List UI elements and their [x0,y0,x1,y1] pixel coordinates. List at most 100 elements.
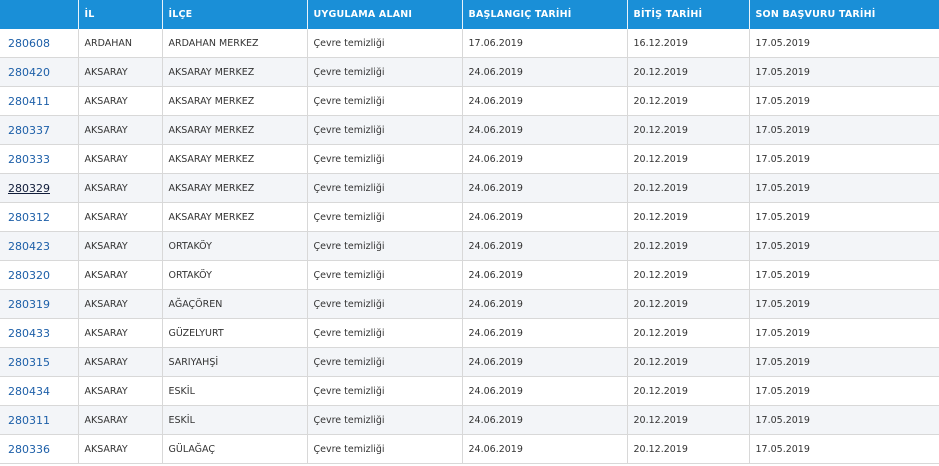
cell-ilce: ORTAKÖY [162,231,308,261]
cell-bitis-tarihi: 20.12.2019 [627,347,750,377]
table-row: 280311 AKSARAY ESKİL Çevre temizliği 24.06.2… [0,405,939,435]
cell-il: AKSARAY [78,318,163,348]
cell-baslangic-tarihi: 24.06.2019 [462,434,628,464]
cell-son-basvuru-tarihi: 17.05.2019 [749,115,939,145]
cell-id: 280315 [0,347,79,377]
table-row: 280423 AKSARAY ORTAKÖY Çevre temizliği 24.06… [0,231,939,261]
cell-son-basvuru-tarihi: 17.05.2019 [749,144,939,174]
cell-uygulama-alani: Çevre temizliği [307,86,463,116]
listing-id-link[interactable]: 280411 [8,95,50,108]
listing-id-link[interactable]: 280434 [8,385,50,398]
cell-il: AKSARAY [78,376,163,406]
header-id [0,0,79,29]
listing-id-link[interactable]: 280608 [8,37,50,50]
cell-son-basvuru-tarihi: 17.05.2019 [749,347,939,377]
table-body: 280608 ARDAHAN ARDAHAN MERKEZ Çevre temizli… [0,29,939,464]
cell-uygulama-alani: Çevre temizliği [307,115,463,145]
listing-id-link[interactable]: 280315 [8,356,50,369]
table-header: İL İLÇE UYGULAMA ALANI BAŞLANGIÇ TARİHİ … [0,0,939,29]
cell-baslangic-tarihi: 24.06.2019 [462,405,628,435]
cell-bitis-tarihi: 20.12.2019 [627,434,750,464]
cell-son-basvuru-tarihi: 17.05.2019 [749,376,939,406]
table-row: 280337 AKSARAY AKSARAY MERKEZ Çevre temizli… [0,115,939,145]
listing-id-link[interactable]: 280337 [8,124,50,137]
table-row: 280320 AKSARAY ORTAKÖY Çevre temizliği 24.06… [0,260,939,290]
cell-uygulama-alani: Çevre temizliği [307,318,463,348]
cell-uygulama-alani: Çevre temizliği [307,29,463,58]
listing-id-link[interactable]: 280312 [8,211,50,224]
cell-baslangic-tarihi: 24.06.2019 [462,231,628,261]
cell-ilce: AKSARAY MERKEZ [162,57,308,87]
cell-id: 280336 [0,434,79,464]
cell-uygulama-alani: Çevre temizliği [307,173,463,203]
header-ilce: İLÇE [162,0,308,29]
listing-id-link[interactable]: 280423 [8,240,50,253]
cell-bitis-tarihi: 20.12.2019 [627,405,750,435]
cell-uygulama-alani: Çevre temizliği [307,434,463,464]
cell-son-basvuru-tarihi: 17.05.2019 [749,86,939,116]
table-row: 280315 AKSARAY SARIYAHŞİ Çevre temizliği 24.… [0,347,939,377]
header-bitis-tarihi: BİTİŞ TARİHİ [627,0,750,29]
cell-il: AKSARAY [78,144,163,174]
cell-baslangic-tarihi: 24.06.2019 [462,289,628,319]
listing-id-link[interactable]: 280336 [8,443,50,456]
cell-baslangic-tarihi: 24.06.2019 [462,347,628,377]
cell-ilce: ORTAKÖY [162,260,308,290]
cell-ilce: ARDAHAN MERKEZ [162,29,308,58]
listing-id-link[interactable]: 280319 [8,298,50,311]
cell-baslangic-tarihi: 24.06.2019 [462,318,628,348]
cell-baslangic-tarihi: 24.06.2019 [462,202,628,232]
cell-bitis-tarihi: 20.12.2019 [627,86,750,116]
cell-id: 280420 [0,57,79,87]
listing-id-link[interactable]: 280420 [8,66,50,79]
table-row: 280336 AKSARAY GÜLAĞAÇ Çevre temizliği 24.06… [0,434,939,464]
cell-bitis-tarihi: 20.12.2019 [627,115,750,145]
listing-id-link[interactable]: 280433 [8,327,50,340]
cell-uygulama-alani: Çevre temizliği [307,405,463,435]
cell-id: 280411 [0,86,79,116]
cell-son-basvuru-tarihi: 17.05.2019 [749,29,939,58]
cell-ilce: AKSARAY MERKEZ [162,115,308,145]
applications-table: İL İLÇE UYGULAMA ALANI BAŞLANGIÇ TARİHİ … [0,0,939,464]
cell-bitis-tarihi: 20.12.2019 [627,318,750,348]
table-row: 280312 AKSARAY AKSARAY MERKEZ Çevre temizli… [0,202,939,232]
cell-uygulama-alani: Çevre temizliği [307,144,463,174]
table-row: 280433 AKSARAY GÜZELYURT Çevre temizliği 24.… [0,318,939,348]
cell-son-basvuru-tarihi: 17.05.2019 [749,289,939,319]
cell-id: 280333 [0,144,79,174]
cell-il: ARDAHAN [78,29,163,58]
cell-id: 280423 [0,231,79,261]
cell-il: AKSARAY [78,86,163,116]
cell-son-basvuru-tarihi: 17.05.2019 [749,202,939,232]
cell-bitis-tarihi: 16.12.2019 [627,29,750,58]
table-row: 280434 AKSARAY ESKİL Çevre temizliği 24.06.2… [0,376,939,406]
listing-id-link[interactable]: 280320 [8,269,50,282]
table-row: 280411 AKSARAY AKSARAY MERKEZ Çevre temizli… [0,86,939,116]
cell-il: AKSARAY [78,405,163,435]
cell-uygulama-alani: Çevre temizliği [307,376,463,406]
cell-son-basvuru-tarihi: 17.05.2019 [749,434,939,464]
cell-il: AKSARAY [78,347,163,377]
listing-id-link[interactable]: 280311 [8,414,50,427]
listing-id-link[interactable]: 280333 [8,153,50,166]
cell-uygulama-alani: Çevre temizliği [307,289,463,319]
cell-id: 280329 [0,173,79,203]
cell-ilce: GÜLAĞAÇ [162,434,308,464]
cell-id: 280433 [0,318,79,348]
table-row: 280420 AKSARAY AKSARAY MERKEZ Çevre temizli… [0,57,939,87]
cell-ilce: ESKİL [162,405,308,435]
cell-il: AKSARAY [78,289,163,319]
cell-id: 280337 [0,115,79,145]
table-row: 280319 AKSARAY AĞAÇÖREN Çevre temizliği 24.0… [0,289,939,319]
listing-id-link[interactable]: 280329 [8,182,50,195]
cell-bitis-tarihi: 20.12.2019 [627,202,750,232]
cell-baslangic-tarihi: 24.06.2019 [462,260,628,290]
cell-baslangic-tarihi: 24.06.2019 [462,115,628,145]
cell-uygulama-alani: Çevre temizliği [307,202,463,232]
cell-uygulama-alani: Çevre temizliği [307,57,463,87]
cell-bitis-tarihi: 20.12.2019 [627,376,750,406]
cell-uygulama-alani: Çevre temizliği [307,260,463,290]
cell-ilce: AKSARAY MERKEZ [162,202,308,232]
cell-il: AKSARAY [78,260,163,290]
cell-bitis-tarihi: 20.12.2019 [627,144,750,174]
